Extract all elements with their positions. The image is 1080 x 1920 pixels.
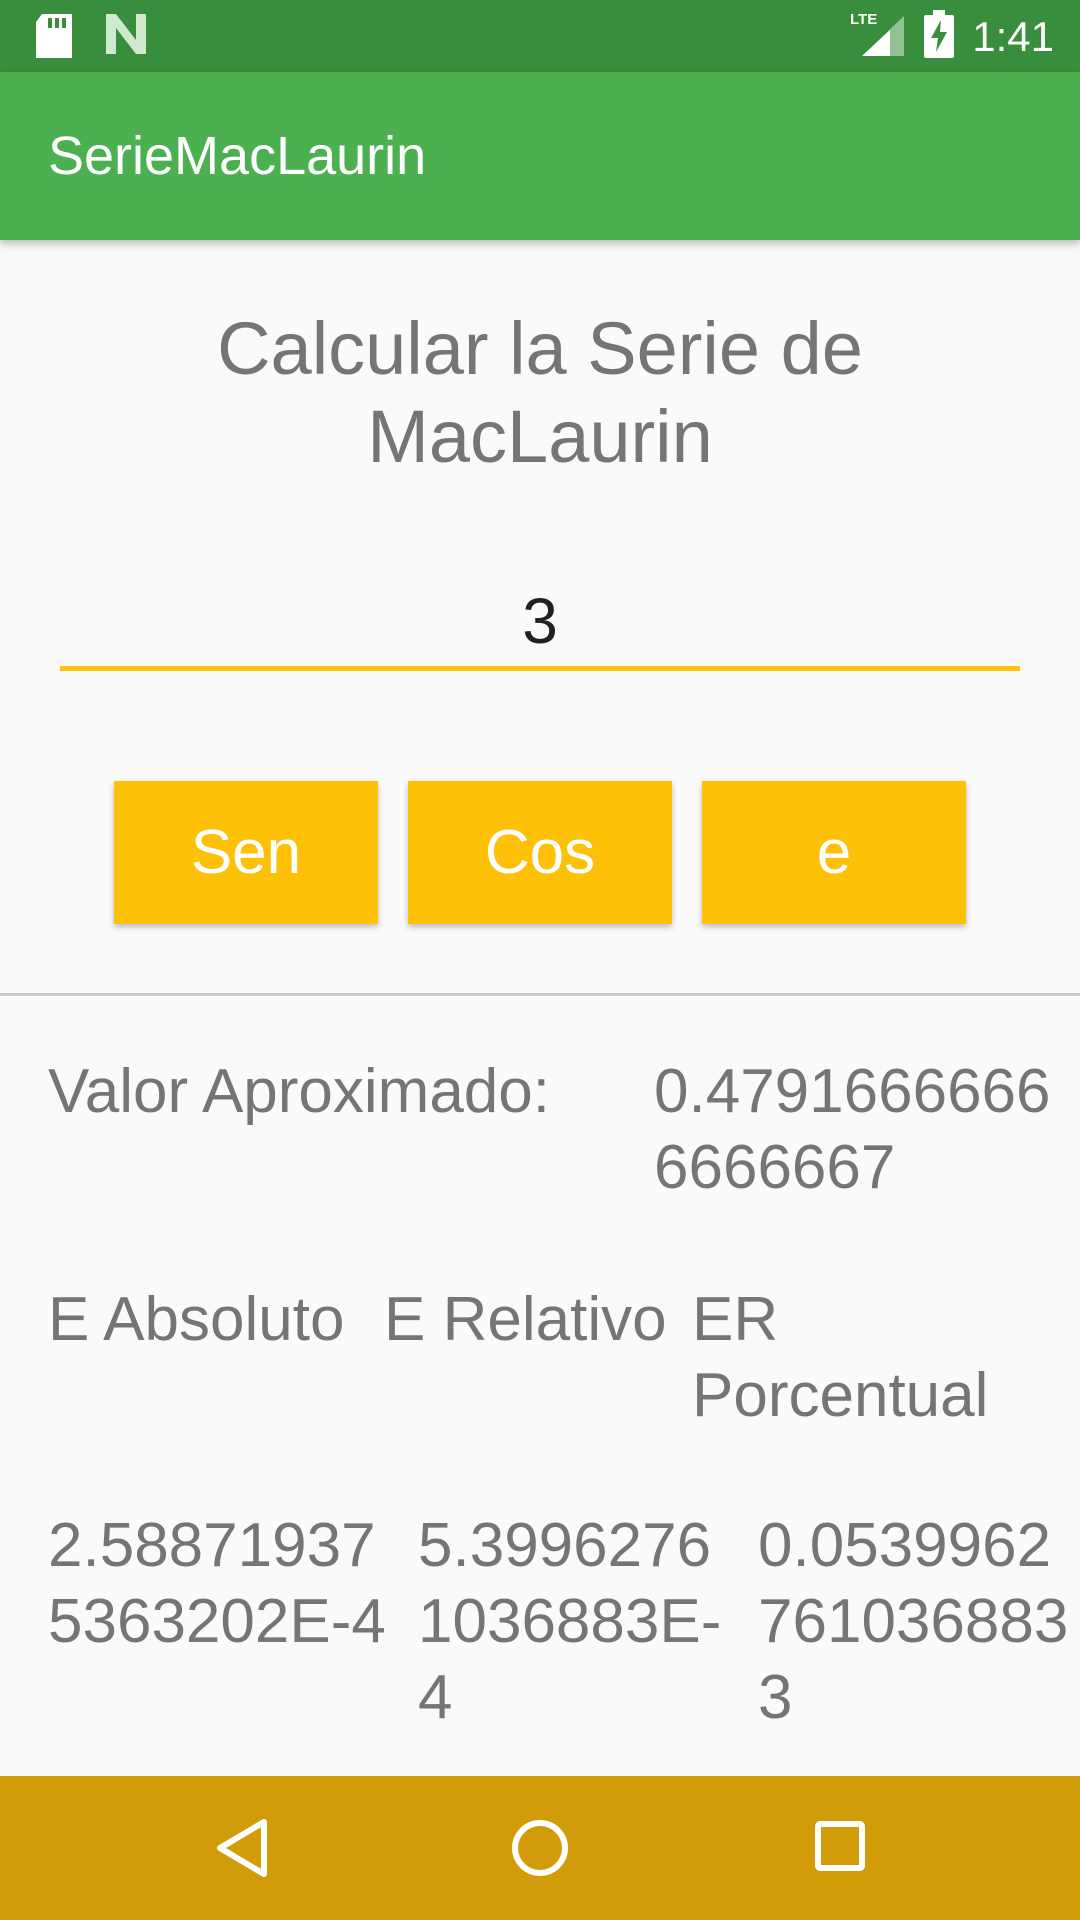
error-header-absolute: E Absoluto xyxy=(48,1285,345,1354)
approx-value-label: Valor Aproximado: xyxy=(48,1057,550,1126)
sen-button[interactable]: Sen xyxy=(114,781,378,924)
notification-n-icon xyxy=(104,14,148,63)
page-heading: Calcular la Serie de MacLaurin xyxy=(217,307,863,478)
error-value-absolute: 2.588719375363202E-4 xyxy=(48,1511,386,1656)
error-value-relative: 5.39962761036883E-4 xyxy=(418,1511,722,1732)
approx-value: 0.47916666666666667 xyxy=(654,1057,1051,1202)
sd-card-icon xyxy=(36,14,72,63)
lte-signal-icon: LTE xyxy=(850,10,906,63)
error-value-percent: 0.05399627610368833 xyxy=(758,1511,1069,1732)
cos-button[interactable]: Cos xyxy=(408,781,672,924)
clock: 1:41 xyxy=(972,12,1054,60)
error-header-relative: E Relativo xyxy=(384,1285,667,1354)
app-title: SerieMacLaurin xyxy=(48,126,427,186)
recents-icon[interactable] xyxy=(814,1818,866,1879)
divider xyxy=(0,993,1080,996)
number-input[interactable] xyxy=(60,575,1020,671)
navigation-bar xyxy=(0,1776,1080,1920)
home-icon[interactable] xyxy=(510,1818,570,1883)
back-icon[interactable] xyxy=(214,1818,270,1883)
error-header-percent: ER Porcentual xyxy=(692,1285,989,1430)
battery-charging-icon xyxy=(924,10,955,63)
e-button[interactable]: e xyxy=(702,781,966,924)
network-label: LTE xyxy=(850,11,877,28)
app-bar: SerieMacLaurin xyxy=(0,72,1080,240)
status-bar: LTE 1:41 xyxy=(0,0,1080,72)
